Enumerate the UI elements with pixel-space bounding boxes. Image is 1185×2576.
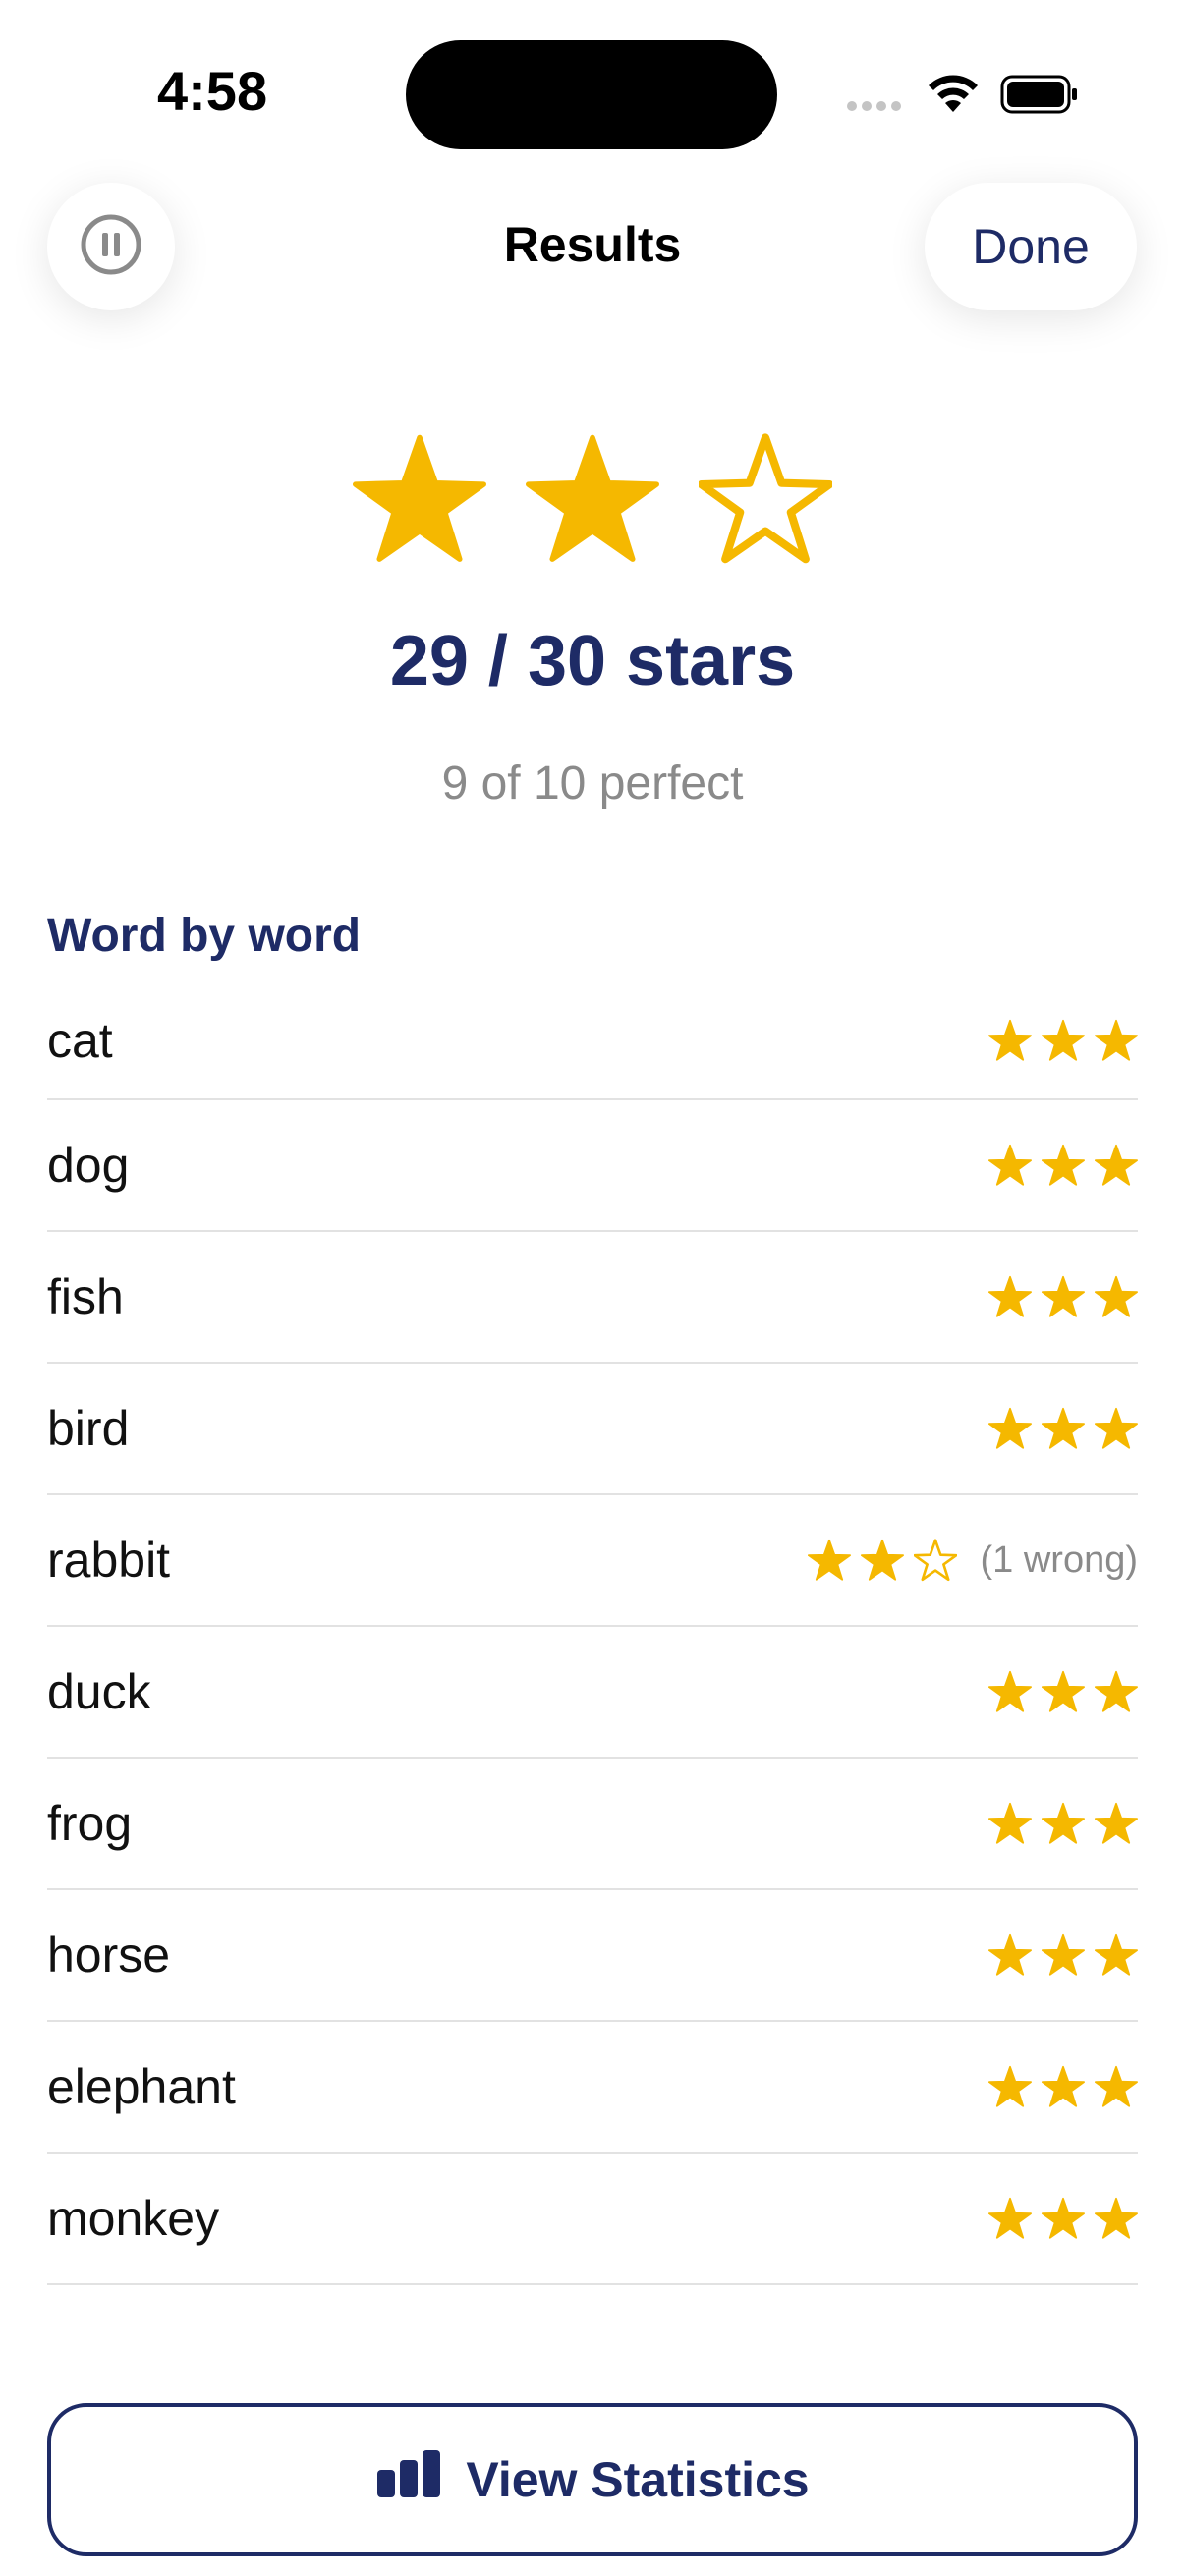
star-outline-icon <box>913 1539 957 1582</box>
bar-chart-icon <box>375 2448 442 2511</box>
star-filled-icon <box>1095 1670 1138 1712</box>
star-filled-icon <box>1095 1144 1138 1186</box>
word-row: dog <box>47 1100 1138 1232</box>
star-filled-icon <box>988 1802 1032 1844</box>
done-button[interactable]: Done <box>925 183 1137 310</box>
word-row: duck <box>47 1627 1138 1759</box>
word-row: frog <box>47 1759 1138 1890</box>
star-filled-icon <box>1095 1275 1138 1317</box>
star-filled-icon <box>1042 1275 1085 1317</box>
word-stars <box>988 1275 1138 1318</box>
word-row: bird <box>47 1364 1138 1495</box>
star-filled-icon <box>1095 1407 1138 1449</box>
star-filled-icon <box>988 1019 1032 1061</box>
word-stars <box>988 1670 1138 1713</box>
word-row: horse <box>47 1890 1138 2022</box>
rating-stars <box>0 432 1185 566</box>
star-filled-icon <box>860 1539 904 1581</box>
star-filled-icon <box>1042 1933 1085 1976</box>
word-label: frog <box>47 1796 133 1851</box>
word-label: dog <box>47 1138 130 1193</box>
word-label: bird <box>47 1401 130 1456</box>
word-row: fish <box>47 1232 1138 1364</box>
star-filled-icon <box>1042 1802 1085 1844</box>
word-label: cat <box>47 1013 113 1068</box>
star-filled-icon <box>807 1539 851 1581</box>
star-filled-icon <box>1095 1933 1138 1976</box>
star-filled-icon <box>1042 1019 1085 1061</box>
star-filled-icon <box>988 1670 1032 1712</box>
star-filled-icon <box>353 434 486 562</box>
results-screen: 4:58 Results Done 29 / 30 stars 9 of 10 … <box>0 0 1185 2576</box>
star-filled-icon <box>988 2197 1032 2239</box>
word-stars <box>988 1019 1138 1062</box>
status-time: 4:58 <box>157 60 268 122</box>
section-header: Word by word <box>47 910 362 962</box>
word-stars <box>988 2065 1138 2108</box>
word-stars <box>988 1802 1138 1845</box>
score-total: 29 / 30 stars <box>389 622 796 700</box>
star-filled-icon <box>1042 2197 1085 2239</box>
star-filled-icon <box>1042 2065 1085 2107</box>
perfect-count: 9 of 10 perfect <box>441 757 744 810</box>
star-filled-icon <box>1042 1407 1085 1449</box>
wifi-icon <box>926 73 981 119</box>
word-label: monkey <box>47 2191 220 2246</box>
star-filled-icon <box>1042 1144 1085 1186</box>
word-stars: (1 wrong) <box>807 1539 1139 1582</box>
status-bar: 4:58 <box>0 0 1185 187</box>
word-label: horse <box>47 1928 171 1983</box>
word-label: rabbit <box>47 1533 171 1588</box>
star-filled-icon <box>988 1407 1032 1449</box>
word-row: monkey <box>47 2154 1138 2285</box>
star-filled-icon <box>988 1275 1032 1317</box>
star-filled-icon <box>1042 1670 1085 1712</box>
word-label: elephant <box>47 2059 236 2114</box>
view-statistics-button[interactable]: View Statistics <box>47 2403 1138 2556</box>
battery-icon <box>1000 75 1079 119</box>
word-note: (1 wrong) <box>980 1539 1139 1581</box>
word-stars <box>988 1933 1138 1977</box>
star-filled-icon <box>988 1144 1032 1186</box>
star-filled-icon <box>988 1933 1032 1976</box>
cellular-signal-icon <box>847 98 906 116</box>
word-stars <box>988 1407 1138 1450</box>
word-row: elephant <box>47 2022 1138 2154</box>
dynamic-island <box>406 40 777 149</box>
word-row: cat <box>47 982 1138 1100</box>
word-stars <box>988 2197 1138 2240</box>
star-filled-icon <box>1095 1019 1138 1061</box>
star-filled-icon <box>988 2065 1032 2107</box>
word-stars <box>988 1144 1138 1187</box>
star-filled-icon <box>1095 2065 1138 2107</box>
star-outline-icon <box>699 433 832 564</box>
star-filled-icon <box>526 434 659 562</box>
word-label: fish <box>47 1269 124 1324</box>
word-label: duck <box>47 1664 151 1719</box>
star-filled-icon <box>1095 2197 1138 2239</box>
view-statistics-label: View Statistics <box>466 2452 810 2507</box>
word-list: cat dog fish bird rabbit (1 wrong) duck frog hor… <box>47 982 1138 2285</box>
word-row: rabbit (1 wrong) <box>47 1495 1138 1627</box>
star-filled-icon <box>1095 1802 1138 1844</box>
